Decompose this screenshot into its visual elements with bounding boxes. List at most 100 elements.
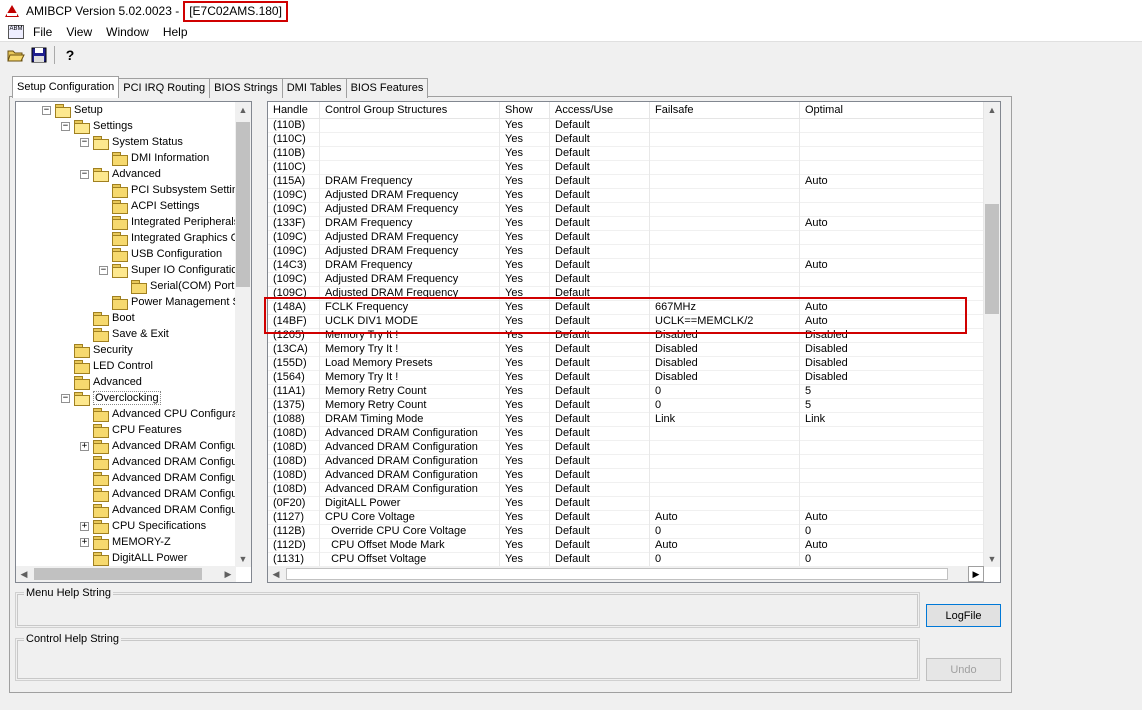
cell-optimal[interactable]: Auto (800, 175, 984, 189)
cell-handle[interactable]: (108D) (268, 441, 320, 455)
tab-dmi-tables[interactable]: DMI Tables (281, 78, 347, 98)
cell-failsafe[interactable] (650, 441, 800, 455)
cell-show[interactable]: Yes (500, 329, 550, 343)
tree-node[interactable]: ACPI Settings (99, 198, 199, 214)
tree-node[interactable]: − System Status (80, 134, 183, 150)
cell-optimal[interactable] (800, 287, 984, 301)
cell-optimal[interactable]: 5 (800, 399, 984, 413)
column-header-optimal[interactable]: Optimal (800, 102, 984, 119)
tree-vertical-scrollbar[interactable]: ▲ ▼ (235, 102, 251, 567)
cell-control-group[interactable] (320, 161, 500, 175)
tree-node[interactable]: CPU Features (80, 422, 182, 438)
column-header-failsafe[interactable]: Failsafe (650, 102, 800, 119)
cell-handle[interactable]: (108D) (268, 455, 320, 469)
cell-access-use[interactable]: Default (550, 329, 650, 343)
scroll-up-icon[interactable]: ▲ (235, 102, 251, 118)
scroll-left-icon[interactable]: ◀ (268, 566, 284, 582)
cell-handle[interactable]: (108D) (268, 469, 320, 483)
cell-access-use[interactable]: Default (550, 259, 650, 273)
column-header-control-group[interactable]: Control Group Structures (320, 102, 500, 119)
cell-handle[interactable]: (14C3) (268, 259, 320, 273)
cell-handle[interactable]: (1131) (268, 553, 320, 567)
cell-access-use[interactable]: Default (550, 147, 650, 161)
help-icon[interactable]: ? (60, 45, 80, 65)
tree-node[interactable]: DMI Information (99, 150, 209, 166)
cell-access-use[interactable]: Default (550, 315, 650, 329)
cell-failsafe[interactable]: Auto (650, 511, 800, 525)
cell-handle[interactable]: (110B) (268, 147, 320, 161)
cell-show[interactable]: Yes (500, 357, 550, 371)
cell-control-group[interactable]: Advanced DRAM Configuration (320, 469, 500, 483)
column-header-handle[interactable]: Handle (268, 102, 320, 119)
scroll-left-icon[interactable]: ◀ (16, 566, 32, 582)
table-row[interactable]: (1131) CPU Offset Voltage Yes Default 0 0 (268, 553, 984, 567)
cell-optimal[interactable]: 0 (800, 525, 984, 539)
scroll-right-icon[interactable]: ▶ (220, 566, 236, 582)
mdi-system-icon[interactable]: ABM (8, 24, 24, 39)
tree-node[interactable]: − Super IO Configuration (99, 262, 236, 278)
table-row[interactable]: (108D) Advanced DRAM Configuration Yes Defa… (268, 469, 984, 483)
cell-failsafe[interactable] (650, 217, 800, 231)
cell-control-group[interactable]: DRAM Frequency (320, 217, 500, 231)
cell-optimal[interactable] (800, 497, 984, 511)
cell-show[interactable]: Yes (500, 231, 550, 245)
cell-failsafe[interactable]: Auto (650, 539, 800, 553)
tab-pci-irq-routing[interactable]: PCI IRQ Routing (118, 78, 211, 98)
cell-optimal[interactable]: Link (800, 413, 984, 427)
tree-node[interactable]: Advanced DRAM Configuration (80, 470, 236, 486)
cell-control-group[interactable]: FCLK Frequency (320, 301, 500, 315)
table-row[interactable]: (112D) CPU Offset Mode Mark Yes Default Aut… (268, 539, 984, 553)
cell-handle[interactable]: (109C) (268, 245, 320, 259)
cell-control-group[interactable]: Advanced DRAM Configuration (320, 427, 500, 441)
cell-control-group[interactable]: Load Memory Presets (320, 357, 500, 371)
cell-handle[interactable]: (108D) (268, 427, 320, 441)
cell-failsafe[interactable]: UCLK==MEMCLK/2 (650, 315, 800, 329)
cell-optimal[interactable] (800, 483, 984, 497)
cell-control-group[interactable]: CPU Offset Mode Mark (320, 539, 500, 553)
tab-bios-strings[interactable]: BIOS Strings (209, 78, 283, 98)
cell-control-group[interactable] (320, 133, 500, 147)
cell-optimal[interactable]: Auto (800, 217, 984, 231)
cell-failsafe[interactable] (650, 427, 800, 441)
cell-access-use[interactable]: Default (550, 273, 650, 287)
cell-control-group[interactable]: Adjusted DRAM Frequency (320, 245, 500, 259)
cell-access-use[interactable]: Default (550, 343, 650, 357)
cell-optimal[interactable] (800, 469, 984, 483)
tree-node[interactable]: Advanced CPU Configuration (80, 406, 236, 422)
scroll-right-icon[interactable]: ▶ (968, 566, 984, 582)
cell-failsafe[interactable] (650, 483, 800, 497)
cell-access-use[interactable]: Default (550, 511, 650, 525)
cell-access-use[interactable]: Default (550, 161, 650, 175)
cell-control-group[interactable]: Memory Retry Count (320, 399, 500, 413)
cell-optimal[interactable] (800, 427, 984, 441)
cell-access-use[interactable]: Default (550, 455, 650, 469)
cell-handle[interactable]: (109C) (268, 273, 320, 287)
cell-handle[interactable]: (148A) (268, 301, 320, 315)
cell-optimal[interactable]: 5 (800, 385, 984, 399)
expand-icon[interactable]: + (80, 537, 89, 547)
control-structures-grid[interactable]: Handle Control Group Structures Show Acc… (267, 101, 1001, 583)
table-row[interactable]: (115A) DRAM Frequency Yes Default Auto (268, 175, 984, 189)
table-row[interactable]: (109C) Adjusted DRAM Frequency Yes Default (268, 203, 984, 217)
table-row[interactable]: (0F20) DigitALL Power Yes Default (268, 497, 984, 511)
cell-control-group[interactable]: DRAM Frequency (320, 259, 500, 273)
cell-handle[interactable]: (112D) (268, 539, 320, 553)
cell-show[interactable]: Yes (500, 287, 550, 301)
cell-failsafe[interactable] (650, 119, 800, 133)
tree-horizontal-scrollbar[interactable]: ◀ ▶ (16, 566, 236, 582)
cell-show[interactable]: Yes (500, 371, 550, 385)
tree-scroll-thumb[interactable] (236, 122, 250, 287)
cell-handle[interactable]: (115A) (268, 175, 320, 189)
cell-control-group[interactable]: Override CPU Core Voltage (320, 525, 500, 539)
collapse-icon[interactable]: − (80, 169, 89, 179)
cell-failsafe[interactable] (650, 175, 800, 189)
cell-show[interactable]: Yes (500, 133, 550, 147)
cell-show[interactable]: Yes (500, 175, 550, 189)
cell-optimal[interactable] (800, 245, 984, 259)
cell-show[interactable]: Yes (500, 259, 550, 273)
cell-control-group[interactable]: Advanced DRAM Configuration (320, 441, 500, 455)
cell-handle[interactable]: (109C) (268, 287, 320, 301)
tree-node[interactable]: Serial(COM) Port (118, 278, 234, 294)
cell-show[interactable]: Yes (500, 315, 550, 329)
cell-optimal[interactable]: Disabled (800, 329, 984, 343)
